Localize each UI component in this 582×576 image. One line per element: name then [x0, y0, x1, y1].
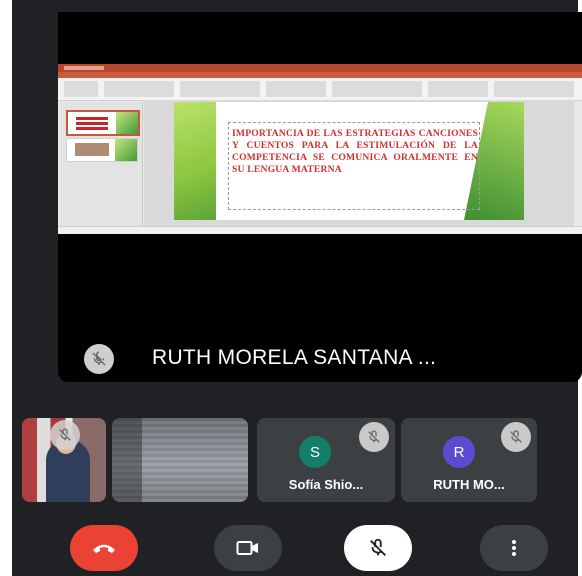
mic-off-icon: [370, 538, 386, 556]
powerpoint-ribbon: [58, 78, 582, 101]
powerpoint-titlebar: [58, 64, 582, 72]
camera-icon: [236, 541, 258, 555]
participant-tile-sofia[interactable]: S Sofía Shio...: [257, 418, 395, 502]
current-slide: IMPORTANCIA DE LAS ESTRATEGIAS CANCIONES…: [174, 102, 524, 220]
slide-title: IMPORTANCIA DE LAS ESTRATEGIAS CANCIONES…: [232, 128, 478, 175]
presenter-label: RUTH MORELA SANTANA ...: [84, 340, 574, 376]
participant-video-tile[interactable]: [112, 418, 248, 502]
phone-hangup-icon: [93, 544, 115, 553]
camera-toggle-button[interactable]: [214, 525, 282, 571]
participant-name: Sofía Shio...: [288, 477, 364, 492]
shared-screen: IMPORTANCIA DE LAS ESTRATEGIAS CANCIONES…: [58, 64, 582, 234]
participant-video-tile[interactable]: [22, 418, 106, 502]
slide-thumbnail: [66, 138, 138, 162]
powerpoint-statusbar: [58, 226, 582, 234]
more-options-button[interactable]: [480, 525, 548, 571]
meet-screen: IMPORTANCIA DE LAS ESTRATEGIAS CANCIONES…: [12, 0, 582, 576]
slide-canvas: IMPORTANCIA DE LAS ESTRATEGIAS CANCIONES…: [144, 100, 574, 226]
mic-off-icon: [501, 422, 531, 452]
more-vert-icon: [512, 540, 516, 556]
slide-thumbnails: [60, 102, 143, 226]
mic-off-icon: [84, 344, 114, 374]
microphone-toggle-button[interactable]: [344, 525, 412, 571]
participant-tile-ruth[interactable]: R RUTH MO...: [401, 418, 537, 502]
mic-off-icon: [50, 420, 80, 450]
participant-name: RUTH MO...: [433, 477, 505, 492]
avatar: S: [299, 436, 331, 468]
slide-thumbnail: [66, 110, 140, 136]
presentation-tile[interactable]: IMPORTANCIA DE LAS ESTRATEGIAS CANCIONES…: [58, 12, 582, 382]
mic-off-icon: [359, 422, 389, 452]
end-call-button[interactable]: [70, 525, 138, 571]
presenter-name: RUTH MORELA SANTANA ...: [152, 346, 437, 369]
avatar: R: [443, 436, 475, 468]
